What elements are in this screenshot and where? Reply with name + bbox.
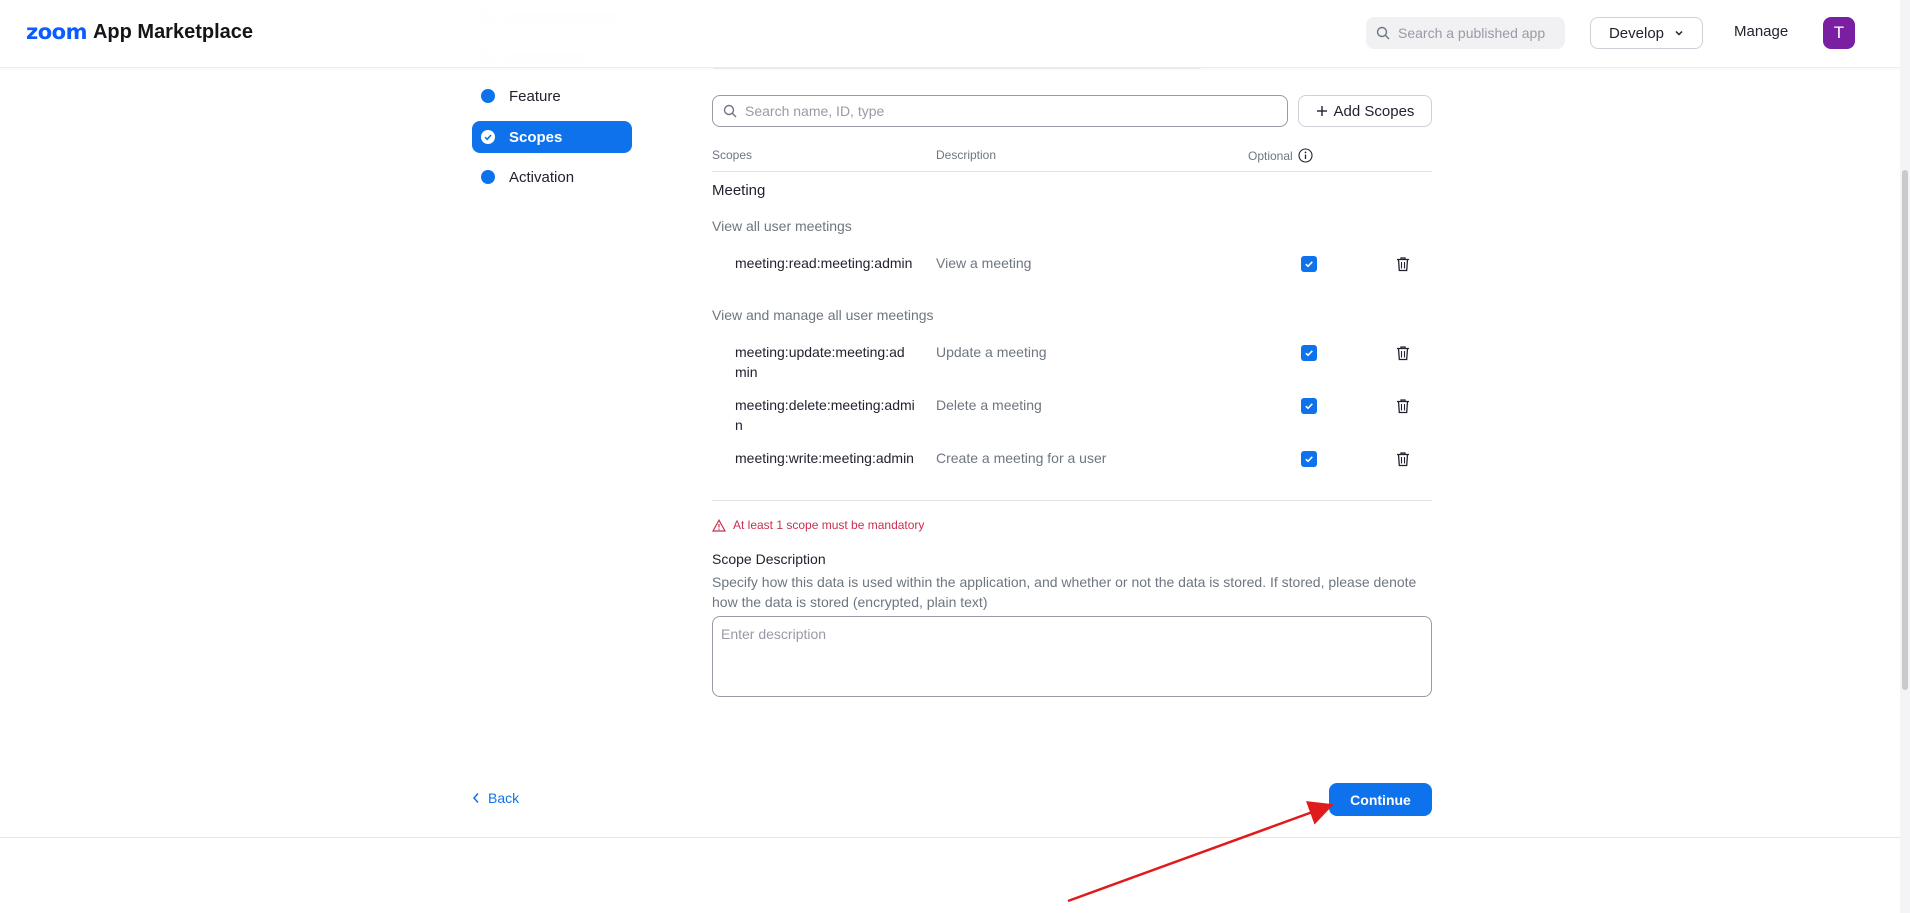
scope-id: meeting:read:meeting:admin	[735, 255, 913, 271]
search-icon	[1376, 26, 1390, 40]
column-header-optional: Optional	[1248, 148, 1313, 163]
scope-group-title: Meeting	[712, 182, 766, 199]
optional-checkbox[interactable]	[1301, 451, 1317, 467]
page-scrollbar[interactable]	[1900, 0, 1910, 913]
scope-subgroup-title: View all user meetings	[712, 218, 852, 234]
nav-item-scopes[interactable]: Scopes	[472, 121, 632, 153]
warning-icon	[712, 518, 726, 532]
scope-search-placeholder: Search name, ID, type	[745, 103, 885, 119]
check-circle-icon	[481, 130, 495, 144]
trash-icon[interactable]	[1394, 397, 1412, 415]
optional-checkbox[interactable]	[1301, 398, 1317, 414]
logo-zoom: zoom	[26, 20, 87, 44]
scope-description: Update a meeting	[936, 344, 1047, 360]
nav-item-feature[interactable]: Feature	[472, 80, 632, 112]
scope-search-input[interactable]: Search name, ID, type	[712, 95, 1288, 127]
manage-link[interactable]: Manage	[1734, 23, 1788, 40]
scope-description: Create a meeting for a user	[936, 450, 1107, 466]
column-header-scopes: Scopes	[712, 148, 753, 162]
column-header-description: Description	[936, 148, 997, 162]
scope-description-title: Scope Description	[712, 551, 826, 567]
step-dot-icon	[481, 89, 495, 103]
footer-divider	[0, 837, 1900, 838]
scope-id: meeting:update:meeting:admin	[735, 344, 905, 380]
marketplace-search-input[interactable]: Search a published app	[1366, 17, 1565, 49]
table-header-divider	[712, 171, 1432, 172]
nav-item-label: Activation	[509, 168, 575, 186]
trash-icon[interactable]	[1394, 450, 1412, 468]
table-bottom-divider	[712, 500, 1432, 501]
optional-label: Optional	[1248, 148, 1293, 163]
plus-icon	[1316, 106, 1327, 116]
scope-description: View a meeting	[936, 255, 1032, 271]
scope-description-help: Specify how this data is used within the…	[712, 574, 1417, 610]
chevron-left-icon	[472, 793, 479, 803]
scope-description: Delete a meeting	[936, 397, 1042, 413]
scope-subgroup-title: View and manage all user meetings	[712, 307, 934, 323]
develop-label: Develop	[1608, 24, 1665, 42]
zoom-marketplace-logo[interactable]: zoom App Marketplace	[26, 20, 253, 44]
scope-id: meeting:write:meeting:admin	[735, 450, 914, 466]
optional-checkbox[interactable]	[1301, 256, 1317, 272]
add-scopes-label: Add Scopes	[1333, 102, 1415, 120]
validation-error: At least 1 scope must be mandatory	[712, 518, 924, 532]
logo-marketplace: App Marketplace	[92, 20, 254, 43]
nav-item-activation[interactable]: Activation	[472, 161, 632, 193]
step-dot-icon	[481, 170, 495, 184]
error-text: At least 1 scope must be mandatory	[733, 518, 925, 532]
scrollbar-thumb[interactable]	[1902, 170, 1908, 690]
info-icon[interactable]	[1298, 148, 1313, 163]
develop-dropdown[interactable]: Develop	[1590, 17, 1703, 49]
nav-item-label: Feature	[509, 87, 561, 105]
trash-icon[interactable]	[1394, 344, 1412, 362]
chevron-down-icon	[1675, 30, 1683, 36]
avatar[interactable]: T	[1823, 17, 1855, 49]
add-scopes-button[interactable]: Add Scopes	[1298, 95, 1432, 127]
trash-icon[interactable]	[1394, 255, 1412, 273]
search-icon	[723, 104, 737, 118]
scope-description-textarea[interactable]: Enter description	[712, 616, 1432, 697]
nav-item-label: Scopes	[509, 128, 563, 146]
scope-id: meeting:delete:meeting:admin	[735, 397, 915, 433]
continue-button[interactable]: Continue	[1329, 783, 1432, 816]
back-button[interactable]: Back	[472, 790, 519, 806]
back-label: Back	[488, 790, 520, 806]
top-header: zoom App Marketplace Search a published …	[0, 0, 1910, 68]
optional-checkbox[interactable]	[1301, 345, 1317, 361]
search-placeholder: Search a published app	[1398, 25, 1546, 41]
